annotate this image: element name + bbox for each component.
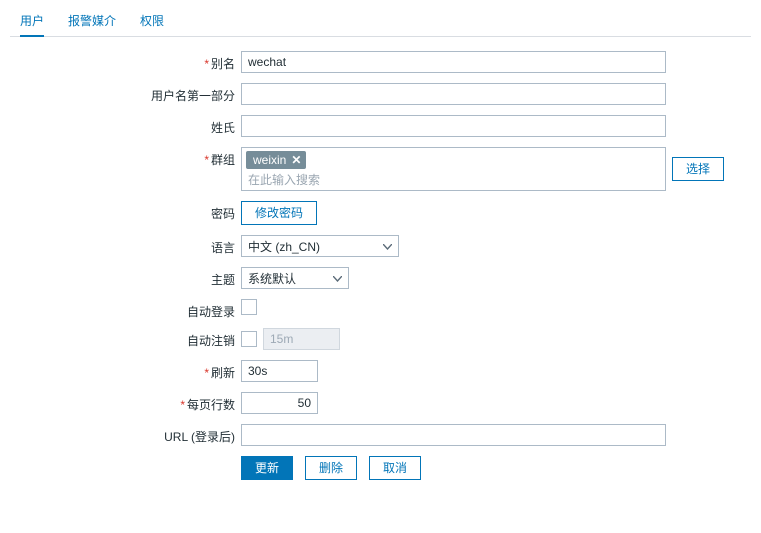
tab-media[interactable]: 报警媒介	[68, 6, 116, 36]
group-search-input[interactable]	[246, 172, 665, 188]
cancel-button[interactable]: 取消	[369, 456, 421, 480]
tab-perm[interactable]: 权限	[140, 6, 164, 36]
change-password-button[interactable]: 修改密码	[241, 201, 317, 225]
tab-user[interactable]: 用户	[20, 6, 44, 36]
alias-input[interactable]	[241, 51, 666, 73]
label-alias: *别名	[10, 51, 241, 72]
label-theme: 主题	[10, 267, 241, 288]
autologout-checkbox[interactable]	[241, 331, 257, 347]
group-tag[interactable]: weixin ✕	[246, 151, 306, 169]
language-value: 中文 (zh_CN)	[248, 238, 320, 255]
label-first: 用户名第一部分	[10, 83, 241, 104]
refresh-input[interactable]	[241, 360, 318, 382]
chevron-down-icon	[333, 271, 342, 285]
theme-value: 系统默认	[248, 270, 296, 287]
label-autologout: 自动注销	[10, 328, 241, 349]
chevron-down-icon	[383, 239, 392, 253]
last-input[interactable]	[241, 115, 666, 137]
user-form: *别名 用户名第一部分 姓氏 *群组 weixin ✕ 选择	[10, 37, 751, 480]
label-url: URL (登录后)	[10, 424, 241, 445]
tabs: 用户 报警媒介 权限	[10, 6, 751, 37]
delete-button[interactable]: 删除	[305, 456, 357, 480]
language-select[interactable]: 中文 (zh_CN)	[241, 235, 399, 257]
label-refresh: *刷新	[10, 360, 241, 381]
remove-tag-icon[interactable]: ✕	[291, 154, 301, 166]
rows-input[interactable]	[241, 392, 318, 414]
label-autologin: 自动登录	[10, 299, 241, 320]
label-rows: *每页行数	[10, 392, 241, 413]
label-group: *群组	[10, 147, 241, 168]
first-input[interactable]	[241, 83, 666, 105]
autologin-checkbox[interactable]	[241, 299, 257, 315]
autologout-input	[263, 328, 340, 350]
update-button[interactable]: 更新	[241, 456, 293, 480]
group-tag-label: weixin	[253, 152, 286, 168]
group-multiselect[interactable]: weixin ✕	[241, 147, 666, 191]
label-last: 姓氏	[10, 115, 241, 136]
label-pwd: 密码	[10, 201, 241, 222]
choose-group-button[interactable]: 选择	[672, 157, 724, 181]
label-lang: 语言	[10, 235, 241, 256]
form-actions: 更新 删除 取消	[241, 456, 751, 480]
theme-select[interactable]: 系统默认	[241, 267, 349, 289]
url-input[interactable]	[241, 424, 666, 446]
